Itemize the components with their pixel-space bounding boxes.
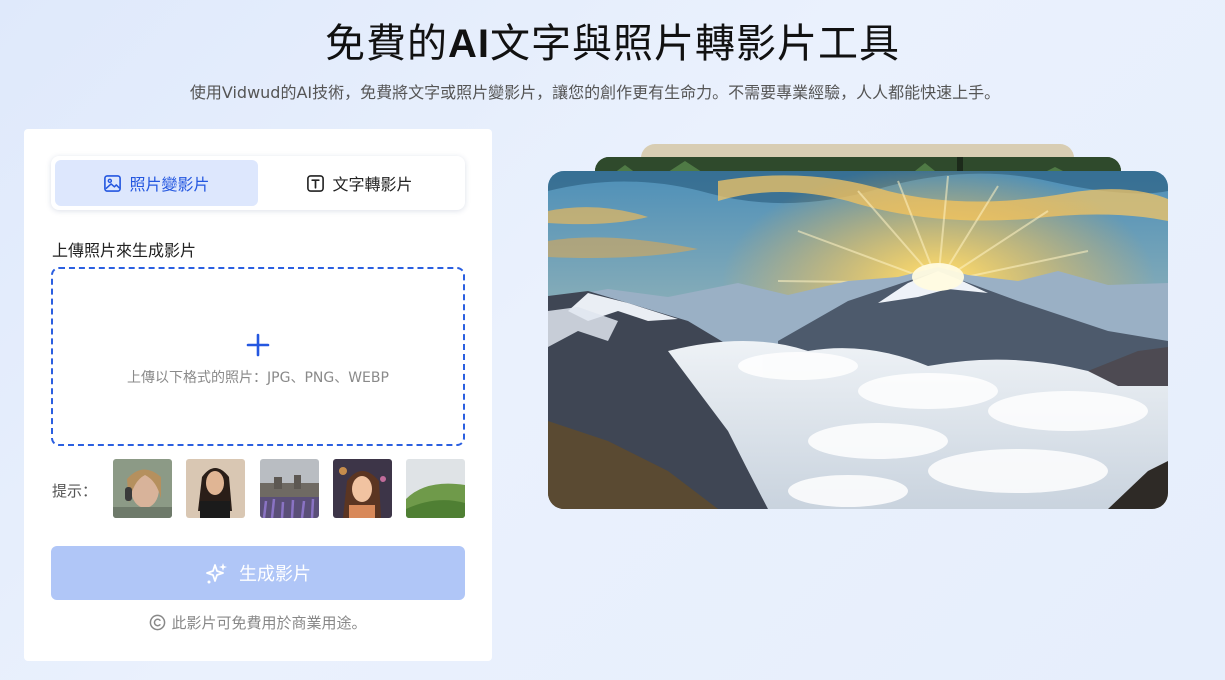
generate-button-label: 生成影片 — [239, 564, 311, 585]
page-subtitle: 使用Vidwud的AI技術，免費將文字或照片變影片，讓您的創作更有生命力。不需要… — [189, 83, 1001, 102]
woman-headphones-image — [113, 459, 172, 518]
upload-label: 上傳照片來生成影片 — [52, 241, 197, 260]
preview-card-main — [548, 171, 1168, 509]
plus-icon — [246, 333, 270, 356]
tab-text-to-video[interactable]: 文字轉影片 — [258, 160, 461, 206]
copyright-icon — [150, 614, 166, 631]
hero-preview — [548, 144, 1168, 510]
sample-thumbnail-anime-girl[interactable] — [333, 459, 392, 518]
tips-label: 提示： — [52, 482, 98, 500]
text-icon — [307, 174, 325, 192]
tab-label: 照片變影片 — [129, 175, 210, 194]
page-title: 免費的AI文字與照片轉影片工具 — [325, 21, 900, 67]
sample-tips: 提示： — [52, 459, 466, 519]
castle-lavender-image — [260, 459, 319, 518]
upload-format-hint: 上傳以下格式的照片：JPG、PNG、WEBP — [127, 369, 389, 386]
sparkle-icon — [206, 563, 227, 584]
mode-tabs: 照片變影片 文字轉影片 — [51, 156, 465, 210]
license-note-text: 此影片可免費用於商業用途。 — [171, 614, 367, 632]
sample-thumbnail-castle-lavender[interactable] — [260, 459, 319, 518]
sample-thumbnail-green-hill[interactable] — [406, 459, 465, 518]
tab-photo-to-video[interactable]: 照片變影片 — [55, 160, 258, 206]
image-icon — [104, 174, 122, 192]
sample-thumbnail-woman-dark-hair[interactable] — [186, 459, 245, 518]
commercial-use-note: 此影片可免費用於商業用途。 — [24, 612, 492, 633]
generator-panel: 照片變影片 文字轉影片 上傳照片來生成影片 上傳以下格式的照片：JPG、PNG、… — [24, 129, 492, 661]
tab-label: 文字轉影片 — [332, 175, 413, 194]
mountain-sunrise-image — [548, 171, 1168, 509]
generate-video-button[interactable]: 生成影片 — [51, 546, 465, 600]
upload-dropzone[interactable]: 上傳以下格式的照片：JPG、PNG、WEBP — [51, 267, 465, 446]
sample-thumbnail-woman-headphones[interactable] — [113, 459, 172, 518]
woman-dark-hair-image — [186, 459, 245, 518]
green-hill-image — [406, 459, 465, 518]
anime-girl-image — [333, 459, 392, 518]
